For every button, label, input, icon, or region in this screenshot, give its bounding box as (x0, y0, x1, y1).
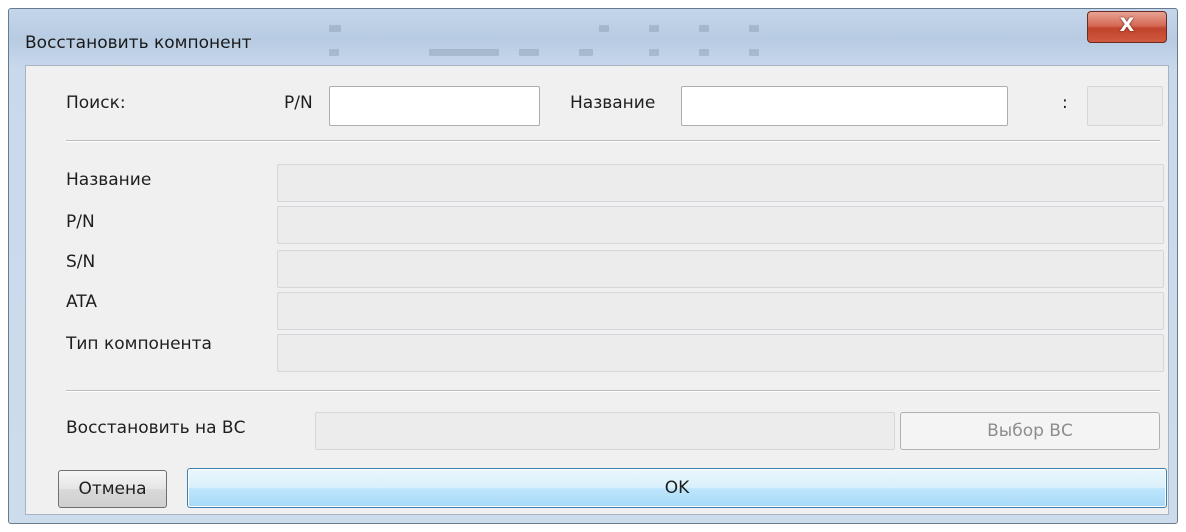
background-artifact (699, 25, 709, 32)
divider (66, 140, 1160, 142)
close-button[interactable]: X (1087, 11, 1167, 43)
details-sn-label: S/N (66, 252, 96, 272)
cancel-button[interactable]: Отмена (58, 470, 167, 508)
search-name-label: Название (570, 93, 656, 113)
search-label: Поиск: (66, 93, 126, 113)
details-name-field (277, 164, 1164, 202)
search-extra-field (1087, 86, 1163, 126)
details-sn-field (277, 250, 1164, 288)
details-pn-label: P/N (66, 212, 95, 232)
details-name-label: Название (66, 170, 152, 190)
search-name-input[interactable] (681, 86, 1008, 126)
background-artifact (329, 49, 339, 56)
restore-aircraft-field (315, 412, 895, 450)
background-artifact (599, 25, 609, 32)
background-artifact (649, 25, 659, 32)
background-artifact (519, 49, 539, 56)
background-artifact (579, 49, 593, 56)
details-ata-field (277, 292, 1164, 330)
details-ata-label: ATA (66, 292, 98, 312)
search-pn-label: P/N (284, 93, 313, 113)
select-aircraft-button[interactable]: Выбор ВС (900, 412, 1160, 450)
divider (66, 390, 1160, 392)
background-artifact (649, 49, 659, 56)
window-title: Восстановить компонент (25, 33, 252, 53)
background-artifact (429, 49, 499, 56)
details-type-field (277, 334, 1164, 372)
dialog-body: Поиск: P/N Название : Название P/N S/N A… (25, 65, 1169, 515)
close-icon: X (1119, 14, 1135, 36)
background-artifact (329, 25, 341, 32)
title-bar: Восстановить компонент X (9, 9, 1177, 65)
search-pn-input[interactable] (329, 86, 540, 126)
background-artifact (749, 49, 759, 56)
details-type-label: Тип компонента (66, 334, 212, 354)
details-pn-field (277, 206, 1164, 244)
search-extra-label: : (1062, 93, 1068, 113)
ok-button[interactable]: OK (187, 468, 1167, 508)
restore-label: Восстановить на ВС (66, 418, 246, 438)
background-artifact (699, 49, 709, 56)
dialog-window: Восстановить компонент X Поиск: P/N Назв… (8, 8, 1178, 524)
background-artifact (749, 25, 759, 32)
